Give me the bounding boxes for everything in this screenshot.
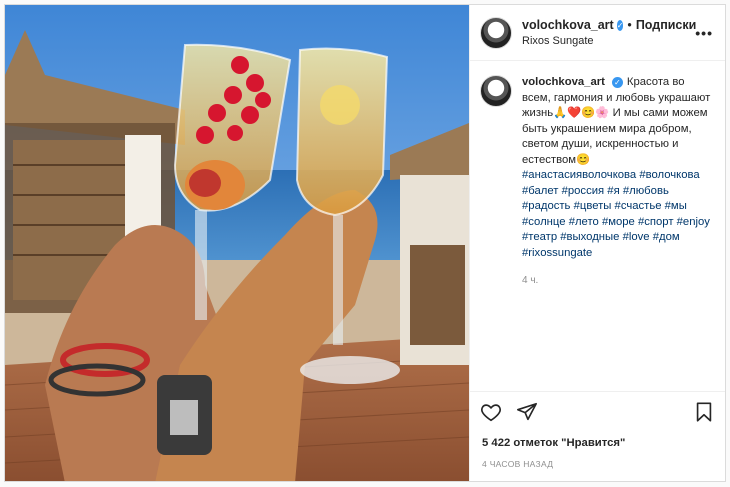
post-header: volochkova_art ✓ • Подписки Rixos Sungat… bbox=[470, 5, 725, 61]
separator-dot: • bbox=[627, 18, 632, 32]
header-row: volochkova_art ✓ • Подписки bbox=[522, 18, 697, 32]
caption-section: volochkova_art ✓ Красота во всем, гармония… bbox=[470, 61, 725, 391]
caption-text: Красота во всем, гармония и любовь украш… bbox=[522, 76, 711, 166]
bookmark-icon[interactable] bbox=[693, 401, 715, 423]
post-sidebar: volochkova_art ✓ • Подписки Rixos Sungat… bbox=[469, 5, 725, 481]
avatar[interactable] bbox=[480, 16, 512, 49]
caption-avatar[interactable] bbox=[480, 75, 512, 107]
heart-icon[interactable] bbox=[480, 401, 502, 423]
username-link[interactable]: volochkova_art bbox=[522, 18, 614, 32]
action-bar bbox=[470, 391, 725, 431]
more-options-icon[interactable]: ••• bbox=[695, 25, 713, 41]
share-icon[interactable] bbox=[516, 401, 538, 423]
header-info: volochkova_art ✓ • Подписки Rixos Sungat… bbox=[522, 18, 697, 47]
post-timestamp: 4 ЧАСОВ НАЗАД bbox=[482, 459, 554, 469]
verified-icon: ✓ bbox=[616, 19, 624, 31]
likes-count[interactable]: 5 422 отметок "Нравится" bbox=[470, 431, 725, 449]
post-photo[interactable] bbox=[5, 5, 469, 481]
caption-body: volochkova_art ✓ Красота во всем, гармония… bbox=[522, 75, 713, 391]
verified-icon: ✓ bbox=[611, 77, 623, 88]
location-link[interactable]: Rixos Sungate bbox=[522, 35, 695, 47]
hashtags[interactable]: #анастасияволочкова #волочкова #балет #р… bbox=[522, 169, 710, 259]
following-button[interactable]: Подписки bbox=[636, 18, 697, 32]
post-dialog: volochkova_art ✓ • Подписки Rixos Sungat… bbox=[4, 4, 726, 482]
caption-username[interactable]: volochkova_art bbox=[522, 76, 605, 88]
caption-time: 4 ч. bbox=[522, 275, 539, 286]
